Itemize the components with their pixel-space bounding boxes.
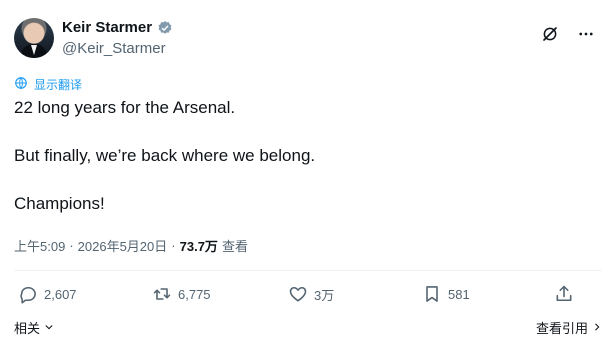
tweet-line: Champions! xyxy=(14,194,105,213)
tweet-footer: 相关 查看引用 xyxy=(14,318,602,337)
more-options-icon[interactable] xyxy=(574,22,598,46)
translate-label: 显示翻译 xyxy=(34,78,83,92)
chevron-right-icon xyxy=(592,320,602,335)
repost-count: 6,775 xyxy=(178,286,211,302)
author-name[interactable]: Keir Starmer xyxy=(62,19,152,36)
tweet-meta: 上午5:09 · 2026年5月20日 · 73.7万 查看 xyxy=(14,236,248,255)
repost-button[interactable]: 6,775 xyxy=(152,284,211,304)
top-actions xyxy=(538,22,598,46)
meta-separator: · xyxy=(171,238,176,253)
grok-icon[interactable] xyxy=(538,22,562,46)
view-label: 查看 xyxy=(221,239,248,254)
verified-badge-icon xyxy=(157,20,173,36)
tweet-header: Keir Starmer @Keir_Starmer xyxy=(14,14,602,60)
view-count: 73.7万 xyxy=(179,239,218,254)
translate-link[interactable]: 显示翻译 xyxy=(14,76,82,93)
tweet-line: But finally, we’re back where we belong. xyxy=(14,146,316,165)
tweet-line: 22 long years for the Arsenal. xyxy=(14,98,236,117)
divider xyxy=(14,270,602,271)
author-name-row: Keir Starmer xyxy=(62,19,173,36)
bookmark-icon xyxy=(422,284,442,304)
like-count: 3万 xyxy=(314,287,335,303)
tweet-time[interactable]: 上午5:09 xyxy=(14,236,65,255)
reply-button[interactable]: 2,607 xyxy=(18,284,77,304)
meta-separator: · xyxy=(69,238,74,253)
reply-count: 2,607 xyxy=(44,286,77,302)
share-icon xyxy=(554,284,574,304)
reply-icon xyxy=(18,284,38,304)
like-button[interactable]: 3万 xyxy=(288,284,334,304)
related-label: 相关 xyxy=(14,321,41,336)
globe-icon xyxy=(14,76,28,93)
related-link[interactable]: 相关 xyxy=(14,318,54,337)
avatar[interactable] xyxy=(14,18,54,58)
tweet-text: 22 long years for the Arsenal. But final… xyxy=(14,96,594,240)
tweet-date[interactable]: 2026年5月20日 xyxy=(78,236,168,255)
tweet-actions: 2,607 6,775 3万 581 xyxy=(14,284,584,308)
bookmark-button[interactable]: 581 xyxy=(422,284,470,304)
heart-icon xyxy=(288,284,308,304)
view-quotes-label: 查看引用 xyxy=(535,321,588,336)
repost-icon xyxy=(152,284,172,304)
view-quotes-link[interactable]: 查看引用 xyxy=(536,318,602,337)
chevron-down-icon xyxy=(44,320,54,335)
author-handle[interactable]: @Keir_Starmer xyxy=(62,40,166,57)
bookmark-count: 581 xyxy=(448,286,470,302)
share-button[interactable] xyxy=(554,284,574,304)
